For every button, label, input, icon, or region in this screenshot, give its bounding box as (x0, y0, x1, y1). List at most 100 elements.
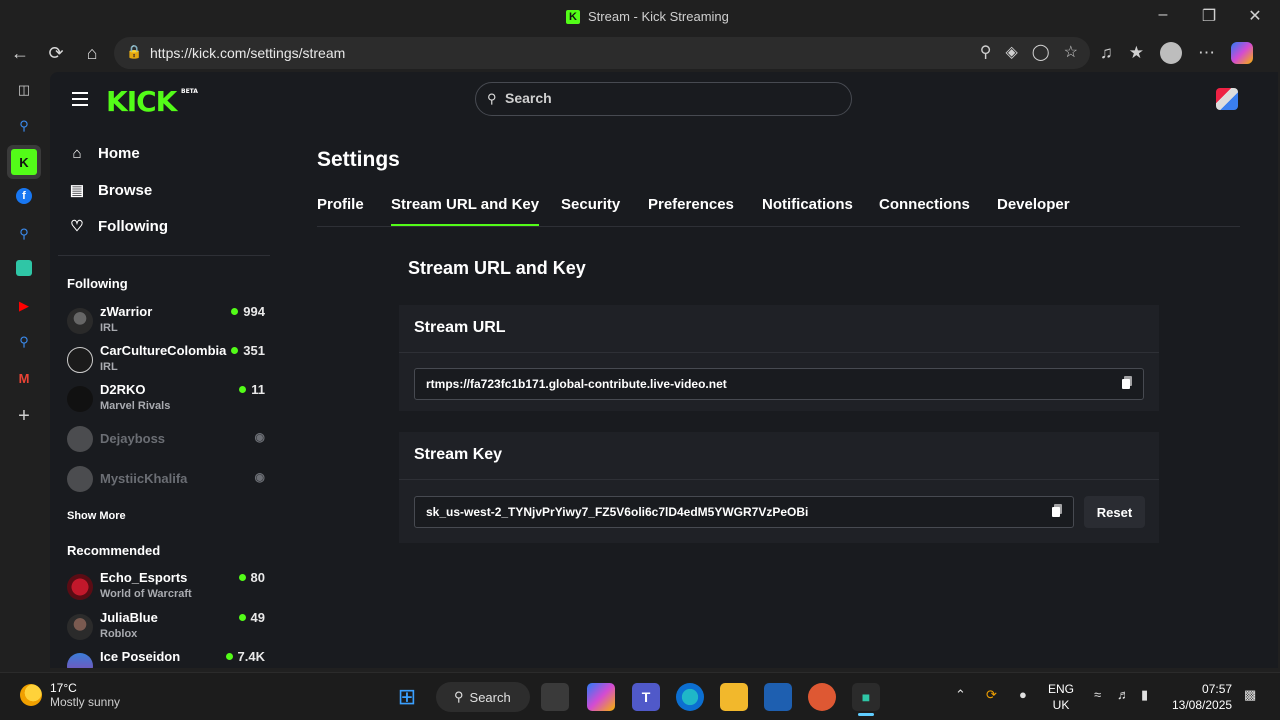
channel-item[interactable]: D2RKO Marvel Rivals 11 (67, 382, 265, 418)
wifi-icon[interactable]: ≈ (1094, 687, 1101, 702)
app-taskbar-icon[interactable]: ■ (852, 683, 880, 711)
channel-avatar (67, 466, 93, 492)
zoom-icon[interactable]: ⚲ (980, 42, 992, 62)
sync-icon[interactable]: ⟳ (986, 687, 997, 703)
coupon-icon[interactable]: ◈ (1005, 42, 1017, 62)
heart-icon: ♡ (70, 218, 84, 235)
channel-category: IRL (100, 361, 118, 373)
settings-more-icon[interactable]: ⋯ (1198, 43, 1215, 63)
menu-icon[interactable] (72, 92, 88, 110)
search-tab-icon-2[interactable]: ⚲ (14, 224, 34, 244)
window-title: K Stream - Kick Streaming (566, 9, 729, 24)
taskbar-search[interactable]: ⚲ Search (436, 682, 530, 712)
store-icon[interactable] (764, 683, 792, 711)
tab-actions-icon[interactable]: ◫ (14, 80, 34, 100)
profile-avatar-icon[interactable] (1160, 42, 1182, 64)
more-tools-icon[interactable]: ◯ (1032, 42, 1050, 62)
task-view-icon[interactable] (541, 683, 569, 711)
beta-badge: BETA (181, 88, 198, 95)
favorites-icon[interactable]: ★ (1129, 43, 1144, 63)
copy-icon[interactable] (1122, 376, 1132, 390)
channel-item[interactable]: JuliaBlue Roblox 49 (67, 610, 265, 646)
channel-item[interactable]: zWarrior IRL 994 (67, 304, 265, 340)
channel-item[interactable]: CarCultureColombia IRL 351 (67, 343, 265, 379)
copy-icon[interactable] (1052, 504, 1062, 518)
windows-start-icon[interactable]: ⊞ (393, 683, 421, 711)
home-browser-icon[interactable]: ⌂ (79, 40, 105, 66)
channel-avatar (67, 653, 93, 668)
file-explorer-icon[interactable] (720, 683, 748, 711)
favorite-star-icon[interactable]: ☆ (1064, 42, 1078, 62)
address-bar[interactable]: 🔒 https://kick.com/settings/stream ⚲ ◈ ◯… (114, 37, 1090, 69)
channel-item[interactable]: Ice Poseidon 7.4K (67, 649, 265, 668)
sidebar-item-home[interactable]: ⌂ Home (68, 145, 139, 162)
tab-stream-url-and-key[interactable]: Stream URL and Key (391, 196, 540, 226)
read-aloud-icon[interactable]: ♫ (1100, 43, 1113, 63)
kick-header: KICK BETA ⚲ (50, 72, 1278, 128)
stream-key-label: Stream Key (399, 432, 1159, 480)
microphone-icon[interactable]: ● (1019, 687, 1027, 702)
reset-button[interactable]: Reset (1084, 496, 1145, 528)
new-tab-plus-icon[interactable]: + (14, 405, 34, 427)
channel-name: zWarrior (100, 304, 153, 319)
battery-icon[interactable]: ▮ (1141, 687, 1148, 703)
language-indicator[interactable]: ENG UK (1048, 681, 1074, 713)
live-dot-icon (231, 308, 239, 315)
search-box[interactable]: ⚲ (475, 82, 852, 116)
channel-category: World of Warcraft (100, 588, 192, 600)
show-more-link[interactable]: Show More (67, 510, 126, 522)
channel-item[interactable]: Dejayboss ◉ (67, 422, 265, 458)
weather-desc: Mostly sunny (50, 695, 121, 709)
viewer-count: 994 (231, 304, 265, 319)
kick-page: KICKBETA ⚲ ⌂ Home ▤ Browse ♡ Following F… (50, 72, 1278, 668)
window-controls: – ❐ ✕ (1140, 6, 1278, 26)
channel-name: D2RKO (100, 382, 146, 397)
stream-url-value[interactable]: rtmps://fa723fc1b171.global-contribute.l… (426, 377, 727, 391)
copilot-taskbar-icon[interactable] (587, 683, 615, 711)
weather-widget[interactable]: 17°C Mostly sunny (20, 681, 120, 709)
minimize-icon[interactable]: – (1140, 6, 1186, 26)
edge-icon[interactable] (676, 683, 704, 711)
youtube-tab-icon[interactable]: ▶ (14, 296, 34, 316)
notification-icon[interactable]: ▩ (1244, 687, 1256, 703)
tab-connections[interactable]: Connections (879, 196, 970, 213)
gmail-tab-icon[interactable]: M (14, 368, 34, 388)
kick-logo[interactable]: KICK BETA (106, 85, 198, 118)
stream-url-field[interactable]: rtmps://fa723fc1b171.global-contribute.l… (414, 368, 1144, 400)
channel-item[interactable]: MystiicKhalifa ◉ (67, 462, 265, 498)
tab-profile[interactable]: Profile (317, 196, 364, 213)
restore-icon[interactable]: ❐ (1186, 6, 1232, 26)
home-icon: ⌂ (72, 145, 82, 162)
tab-security[interactable]: Security (561, 196, 620, 213)
back-icon[interactable]: ← (7, 40, 33, 66)
refresh-icon[interactable]: ⟳ (43, 40, 69, 66)
stream-key-field[interactable]: sk_us-west-2_TYNjvPrYiwy7_FZ5V6oli6c7lD4… (414, 496, 1074, 528)
search-tab-icon-3[interactable]: ⚲ (14, 332, 34, 352)
channel-item[interactable]: Echo_Esports World of Warcraft 80 (67, 570, 265, 606)
clock[interactable]: 07:57 13/08/2025 (1172, 681, 1232, 713)
tab-developer[interactable]: Developer (997, 196, 1070, 213)
sidebar-item-browse[interactable]: ▤ Browse (68, 181, 152, 200)
sidebar-item-following[interactable]: ♡ Following (68, 217, 168, 236)
viewer-count: 7.4K (225, 649, 265, 664)
tab-notifications[interactable]: Notifications (762, 196, 853, 213)
stream-key-value[interactable]: sk_us-west-2_TYNjvPrYiwy7_FZ5V6oli6c7lD4… (426, 505, 808, 519)
facebook-tab-icon[interactable]: f (16, 188, 32, 204)
url-text[interactable]: https://kick.com/settings/stream (150, 45, 345, 61)
following-heading: Following (67, 276, 128, 291)
duckduckgo-icon[interactable] (808, 683, 836, 711)
search-tab-icon[interactable]: ⚲ (14, 116, 34, 136)
channel-name: CarCultureColombia (100, 343, 227, 358)
app-tab-icon[interactable] (16, 260, 32, 276)
teams-icon[interactable]: T (632, 683, 660, 711)
volume-icon[interactable]: ♬ (1117, 687, 1130, 702)
close-icon[interactable]: ✕ (1232, 6, 1278, 26)
user-avatar-icon[interactable] (1216, 88, 1238, 110)
copilot-icon[interactable] (1231, 42, 1253, 64)
channel-avatar (67, 574, 93, 600)
chevron-up-icon[interactable]: ⌃ (955, 687, 966, 703)
search-input[interactable] (505, 90, 835, 106)
tab-preferences[interactable]: Preferences (648, 196, 734, 213)
channel-category: Roblox (100, 628, 138, 640)
kick-tab-icon[interactable]: K (11, 149, 37, 175)
